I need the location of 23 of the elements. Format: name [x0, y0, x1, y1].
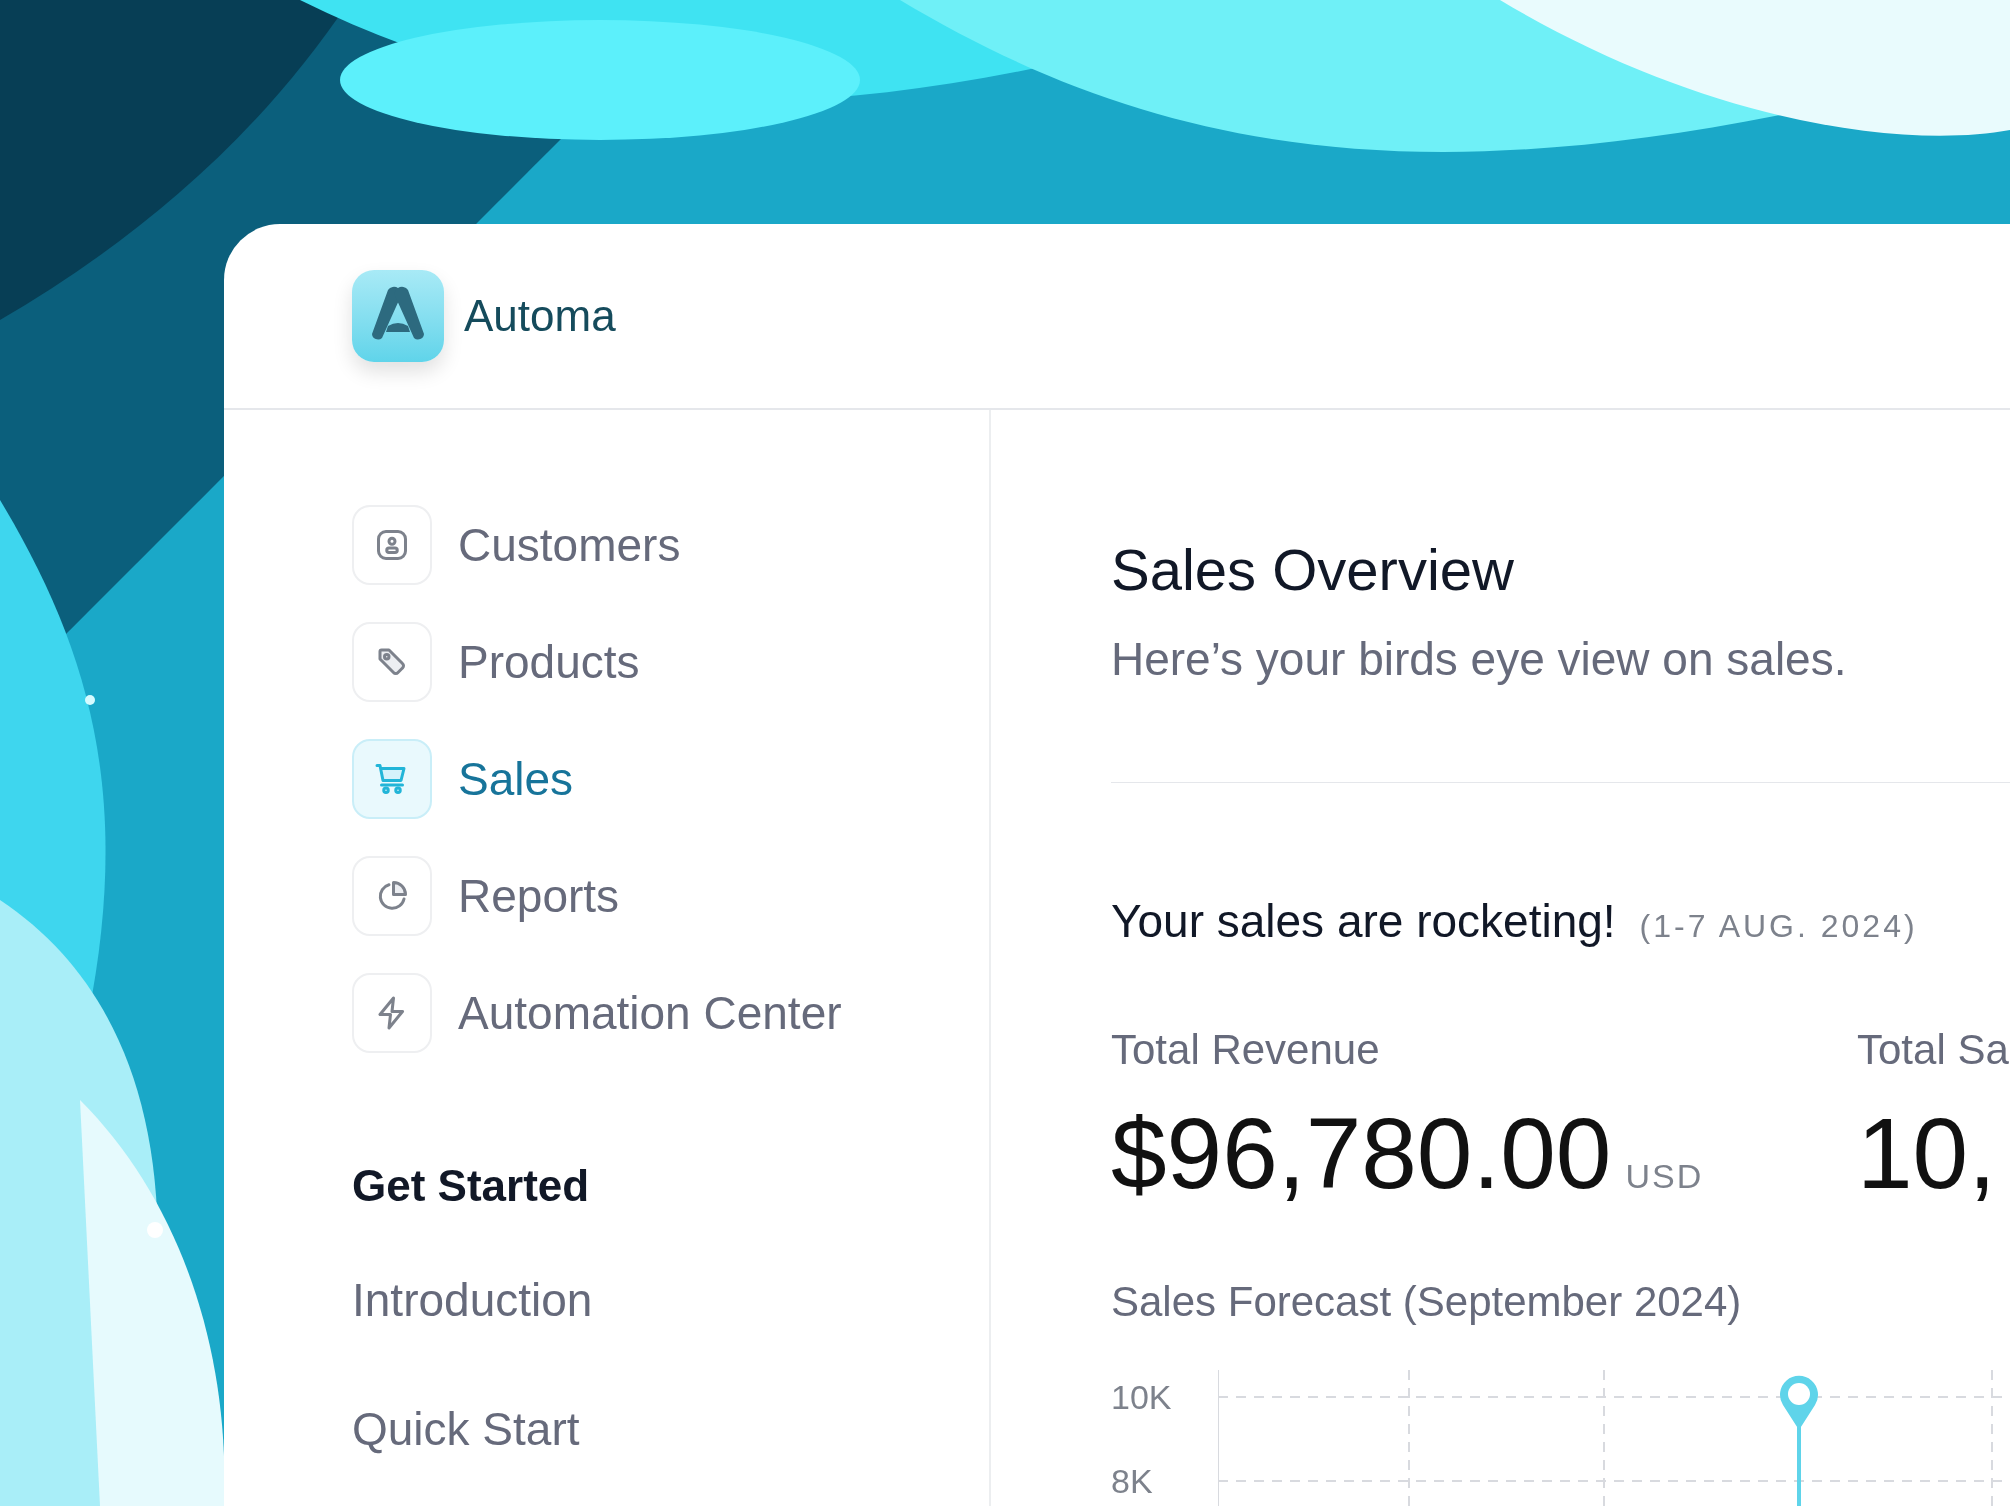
page-subtitle: Here’s your birds eye view on sales.	[1111, 632, 1848, 687]
brand-name: Automa	[464, 290, 616, 342]
sidebar-item[interactable]: Products	[352, 622, 989, 702]
page-title: Sales Overview	[1111, 536, 1515, 604]
stat-value: 10,	[1857, 1098, 1996, 1209]
headline: Your sales are rocketing!	[1111, 894, 1616, 950]
user-icon	[374, 527, 410, 563]
sidebar-item[interactable]: Customers	[352, 505, 989, 585]
stat-label: Total Sa	[1857, 1025, 2009, 1076]
date-range: (1-7 AUG. 2024)	[1639, 907, 1918, 947]
logo-icon	[352, 270, 444, 362]
sidebar-item[interactable]: Reports	[352, 856, 989, 936]
sidebar-item[interactable]: Automation Center	[352, 973, 989, 1053]
nav-link[interactable]: Introduction	[352, 1266, 989, 1335]
currency-unit: USD	[1625, 1156, 1704, 1198]
axis-label: 8K	[1111, 1464, 1154, 1499]
stat-label: Total Revenue	[1111, 1025, 1381, 1076]
sidebar-item[interactable]: Sales	[352, 739, 989, 819]
section-heading: Get Started	[352, 1160, 591, 1212]
stat-value: $96,780.00	[1111, 1098, 1612, 1209]
chart-title: Sales Forecast (September 2024)	[1111, 1277, 1743, 1328]
nav-link[interactable]: Quick Start	[352, 1395, 989, 1464]
axis-label: 10K	[1111, 1380, 1173, 1415]
